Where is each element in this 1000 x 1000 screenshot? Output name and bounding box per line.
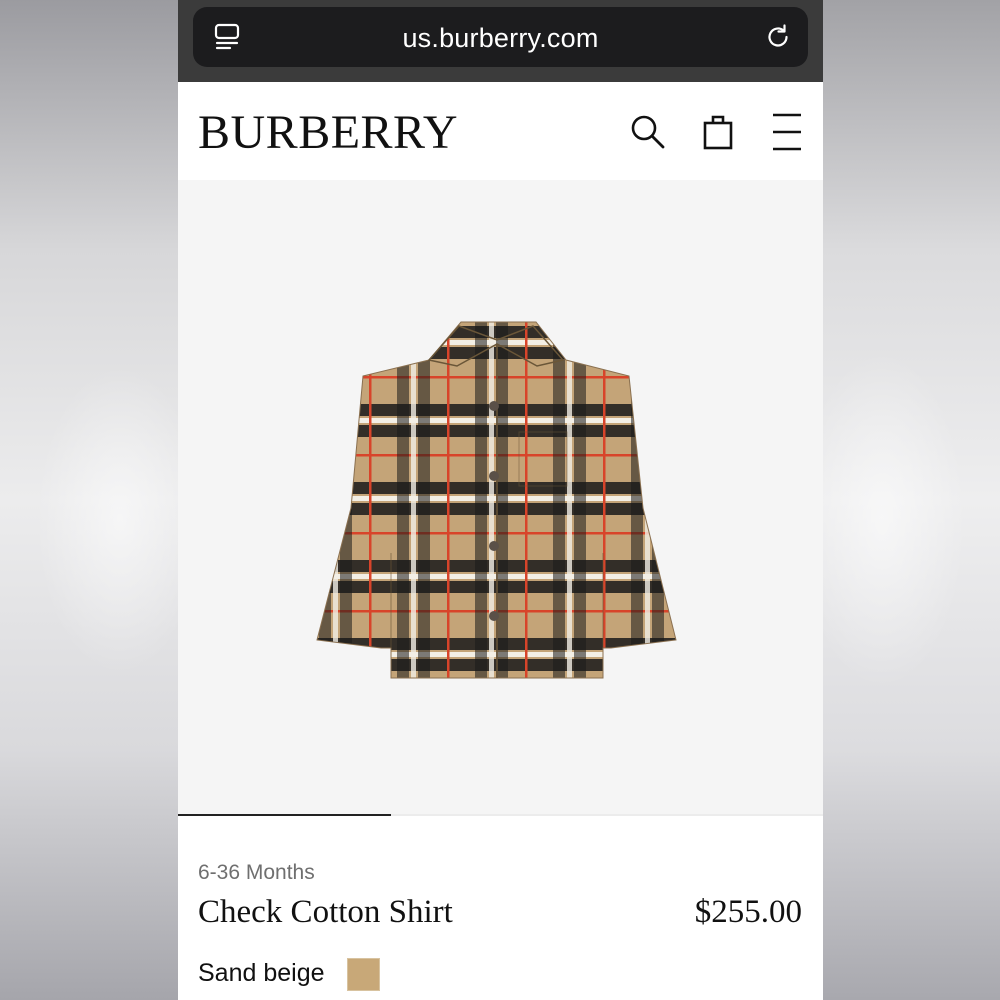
product-title: Check Cotton Shirt — [198, 894, 453, 930]
url-text[interactable]: us.burberry.com — [193, 23, 808, 54]
product-info: 6-36 Months Check Cotton Shirt $255.00 S… — [178, 816, 823, 1000]
color-swatch[interactable] — [347, 958, 380, 991]
right-background — [822, 0, 1000, 1000]
product-image[interactable] — [311, 318, 686, 693]
color-name: Sand beige — [198, 959, 325, 987]
menu-icon[interactable] — [767, 112, 807, 152]
site-header: BURBERRY — [178, 82, 823, 180]
product-gallery[interactable] — [178, 180, 823, 814]
brand-logo[interactable]: BURBERRY — [198, 105, 458, 160]
age-range-label: 6-36 Months — [198, 861, 315, 884]
browser-toolbar: us.burberry.com — [178, 0, 823, 82]
product-price: $255.00 — [694, 894, 802, 930]
left-background — [0, 0, 178, 1000]
search-icon[interactable] — [628, 112, 668, 152]
shopping-bag-icon[interactable] — [698, 112, 738, 152]
phone-screen: us.burberry.com BURBERRY 6-36 Months Che… — [178, 0, 823, 1000]
reload-icon[interactable] — [764, 23, 792, 51]
address-bar[interactable]: us.burberry.com — [193, 7, 808, 67]
